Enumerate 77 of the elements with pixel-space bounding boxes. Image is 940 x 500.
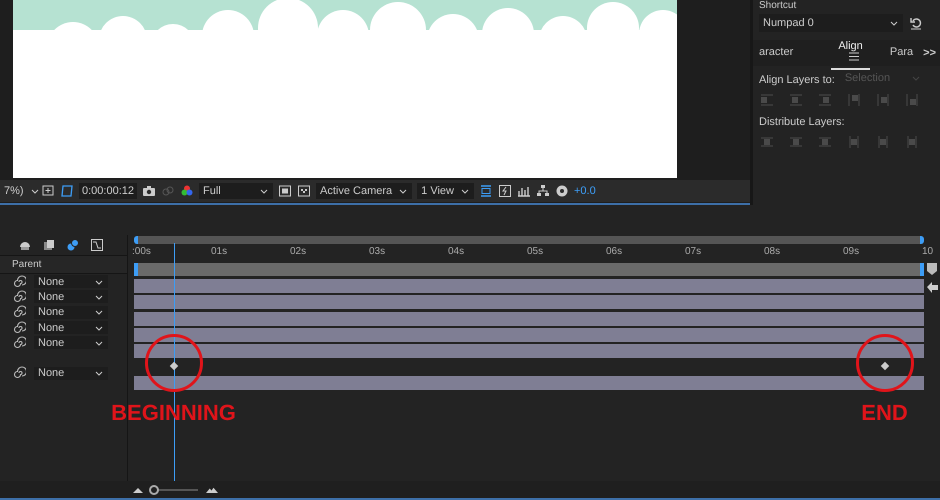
- resolution-dropdown[interactable]: Full: [199, 183, 273, 199]
- timecode-field[interactable]: 0:00:00:12: [79, 183, 137, 199]
- keyframe-icon[interactable]: [169, 362, 178, 371]
- ruler-label: 02s: [290, 246, 306, 257]
- align-label: Align Layers to:: [759, 74, 835, 86]
- pick-whip-icon[interactable]: [12, 274, 26, 289]
- annotation-label: END: [861, 400, 908, 426]
- menu-icon[interactable]: [848, 52, 859, 61]
- parent-dropdown[interactable]: None: [34, 336, 108, 350]
- flowchart-icon[interactable]: [536, 184, 550, 198]
- color-channels-icon[interactable]: [180, 184, 194, 198]
- ruler-label: 08s: [764, 246, 780, 257]
- chevron-down-icon[interactable]: [398, 187, 408, 195]
- parent-dropdown[interactable]: None: [34, 306, 108, 319]
- pick-whip-icon[interactable]: [12, 305, 26, 320]
- frame-icon[interactable]: [278, 184, 292, 198]
- parent-dropdown[interactable]: None: [34, 290, 108, 304]
- graph-editor-icon[interactable]: [90, 238, 104, 252]
- pick-whip-icon[interactable]: [12, 336, 26, 350]
- grid-icon[interactable]: [297, 184, 311, 198]
- distribute-label: Distribute Layers:: [759, 116, 846, 128]
- chevron-down-icon[interactable]: [94, 369, 104, 378]
- pick-whip-icon[interactable]: [12, 290, 26, 304]
- section-title: Shortcut: [759, 0, 798, 12]
- reset-icon[interactable]: [909, 16, 923, 30]
- highlight-circle: [144, 334, 202, 392]
- pick-whip-icon[interactable]: [12, 366, 26, 380]
- layer-bar[interactable]: [134, 344, 924, 358]
- camera-icon[interactable]: [142, 184, 156, 198]
- ruler-label: 07s: [685, 246, 702, 257]
- zoom-out-icon[interactable]: [132, 486, 144, 494]
- pick-whip-icon[interactable]: [12, 320, 26, 335]
- snapshot-icon: [161, 184, 175, 198]
- chevron-down-icon[interactable]: [889, 19, 899, 27]
- camera-dropdown[interactable]: Active Camera: [316, 183, 412, 199]
- ruler-label: 03s: [369, 246, 386, 257]
- highlight-circle: [856, 334, 914, 392]
- keyframe-icon[interactable]: [880, 362, 889, 371]
- timeline-icon[interactable]: [516, 184, 531, 198]
- zoom-in-icon[interactable]: [206, 486, 218, 494]
- comp-button-icon[interactable]: [925, 280, 939, 294]
- ruler-label: 10: [922, 246, 934, 257]
- ruler-label: 01s: [211, 246, 228, 257]
- layer-bar[interactable]: [134, 328, 924, 342]
- parent-dropdown[interactable]: None: [34, 366, 108, 380]
- toggle-pixel-icon[interactable]: [478, 184, 493, 198]
- ruler-label: :00s: [132, 246, 151, 257]
- chevron-down-icon[interactable]: [259, 187, 269, 195]
- zoom-slider[interactable]: [152, 484, 198, 494]
- parent-dropdown[interactable]: None: [34, 275, 108, 288]
- transparency-grid-icon[interactable]: [60, 184, 74, 198]
- panel-tab[interactable]: Para: [884, 42, 920, 64]
- column-header: Parent: [12, 259, 42, 270]
- shortcut-dropdown[interactable]: Numpad 0: [759, 14, 903, 32]
- layer-bar[interactable]: [134, 312, 924, 326]
- more-panels-button[interactable]: >>: [923, 47, 936, 59]
- region-of-interest-icon[interactable]: [41, 184, 55, 198]
- ruler-label: 04s: [448, 246, 464, 257]
- panel-tab[interactable]: Align: [831, 36, 870, 70]
- ruler-label: 05s: [527, 246, 544, 257]
- shutter-icon[interactable]: [554, 184, 569, 198]
- marker-icon[interactable]: [925, 262, 939, 276]
- magnification-dropdown[interactable]: 7%): [0, 183, 36, 199]
- view-layout-dropdown[interactable]: 1 View: [417, 183, 474, 199]
- layer-bar[interactable]: [134, 295, 924, 310]
- chevron-down-icon[interactable]: [460, 187, 470, 195]
- layer-bar[interactable]: [134, 376, 924, 390]
- frame-blending-icon[interactable]: [42, 238, 56, 252]
- fast-preview-icon[interactable]: [498, 184, 512, 198]
- chevron-down-icon[interactable]: [30, 187, 40, 195]
- zoom-slider-thumb[interactable]: [149, 484, 160, 494]
- motion-blur-icon[interactable]: [66, 238, 80, 252]
- exposure-value[interactable]: +0.0: [574, 185, 596, 197]
- ruler-label: 06s: [606, 246, 622, 257]
- panel-tab[interactable]: aracter: [753, 42, 800, 64]
- parent-dropdown[interactable]: None: [34, 321, 108, 334]
- ruler-label: 09s: [843, 246, 860, 257]
